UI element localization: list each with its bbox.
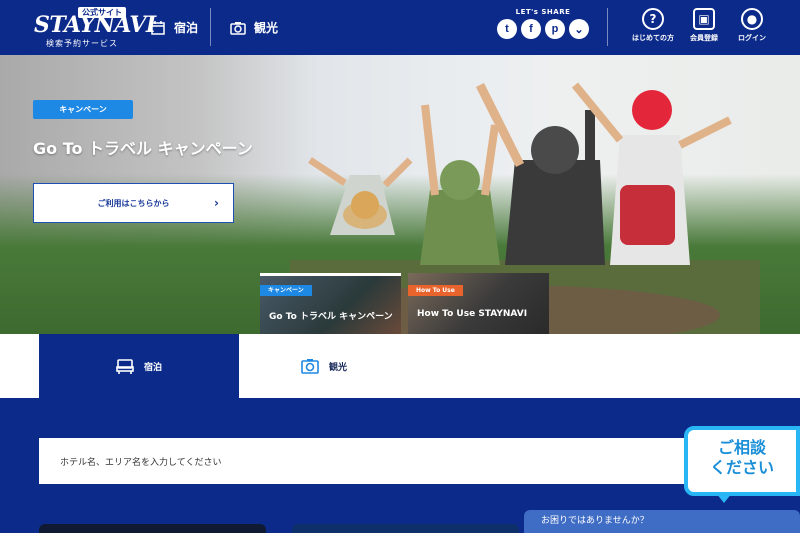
- question-icon: ?: [642, 8, 664, 30]
- thumbnail-campaign[interactable]: キャンペーン Go To トラベル キャンペーン: [260, 273, 401, 334]
- share-title: LET's SHARE: [515, 8, 571, 16]
- chevron-right-icon: ›: [214, 196, 219, 210]
- chat-bar[interactable]: お困りではありませんか？: [524, 510, 800, 533]
- camera-icon: [230, 21, 246, 35]
- tab-stay[interactable]: 宿泊: [39, 334, 239, 398]
- pocket-icon[interactable]: ⌄: [569, 19, 589, 39]
- bubble-tail: [716, 493, 732, 503]
- hero-cta-label: ご利用はこちらから: [97, 198, 170, 208]
- hero-cta-button[interactable]: ご利用はこちらから ›: [33, 183, 234, 223]
- thumbnail-campaign-tag: キャンペーン: [260, 285, 312, 296]
- user-icon: ●: [741, 8, 763, 30]
- thumbnail-progress-bar: [260, 273, 401, 276]
- staynavi-logo[interactable]: 公式サイト STAYNAVI 検索予約サービス: [34, 6, 156, 50]
- share-divider: [607, 8, 608, 46]
- tab-sightseeing-label: 観光: [328, 362, 347, 373]
- consultation-line-1: ご相談: [717, 438, 766, 457]
- bed-icon: [116, 359, 134, 374]
- logo-wordmark: STAYNAVI: [34, 12, 156, 38]
- nav-sightseeing[interactable]: 観光: [230, 0, 278, 55]
- search-placeholder: ホテル名、エリア名を入力してください: [60, 457, 222, 468]
- thumbnail-campaign-title: Go To トラベル キャンペーン: [269, 312, 393, 322]
- camera-icon: [301, 359, 319, 374]
- nav-stay[interactable]: 宿泊: [150, 0, 198, 55]
- tab-stay-label: 宿泊: [143, 362, 162, 373]
- nav-sightseeing-label: 観光: [254, 21, 279, 35]
- login-label: ログイン: [738, 34, 766, 42]
- twitter-icon[interactable]: t: [497, 19, 517, 39]
- logo-subtitle: 検索予約サービス: [46, 39, 118, 48]
- consultation-line-2: ください: [709, 458, 774, 477]
- nav-divider: [210, 8, 211, 46]
- share-group: LET's SHARE t f p ⌄: [497, 8, 589, 39]
- thumbnail-how-to-use[interactable]: How To Use How To Use STAYNAVI: [408, 273, 549, 334]
- hero-banner: キャンペーン Go To トラベル キャンペーン ご利用はこちらから › キャン…: [0, 55, 800, 334]
- consultation-bubble[interactable]: ご相談 ください: [684, 426, 800, 496]
- register-label: 会員登録: [690, 34, 718, 42]
- chat-bar-text: お困りではありませんか？: [541, 516, 649, 526]
- tab-sightseeing[interactable]: 観光: [239, 334, 409, 398]
- first-time-label: はじめての方: [632, 34, 674, 42]
- content-card[interactable]: [292, 524, 519, 533]
- site-header: 公式サイト STAYNAVI 検索予約サービス 宿泊 観光 LET's SHAR…: [0, 0, 800, 55]
- login-link[interactable]: ● ログイン: [722, 8, 782, 43]
- content-card[interactable]: [39, 524, 266, 533]
- hero-title: Go To トラベル キャンペーン: [33, 139, 253, 158]
- facebook-icon[interactable]: f: [521, 19, 541, 39]
- search-tabs: 宿泊 観光: [0, 334, 800, 398]
- thumbnail-how-to-use-tag: How To Use: [408, 285, 463, 296]
- nav-stay-label: 宿泊: [174, 21, 199, 35]
- hero-campaign-tag: キャンペーン: [33, 100, 133, 119]
- calendar-icon: [151, 20, 165, 35]
- pinterest-icon[interactable]: p: [545, 19, 565, 39]
- member-card-icon: ▣: [693, 8, 715, 30]
- thumbnail-how-to-use-title: How To Use STAYNAVI: [417, 309, 528, 319]
- search-input[interactable]: ホテル名、エリア名を入力してください: [39, 438, 739, 484]
